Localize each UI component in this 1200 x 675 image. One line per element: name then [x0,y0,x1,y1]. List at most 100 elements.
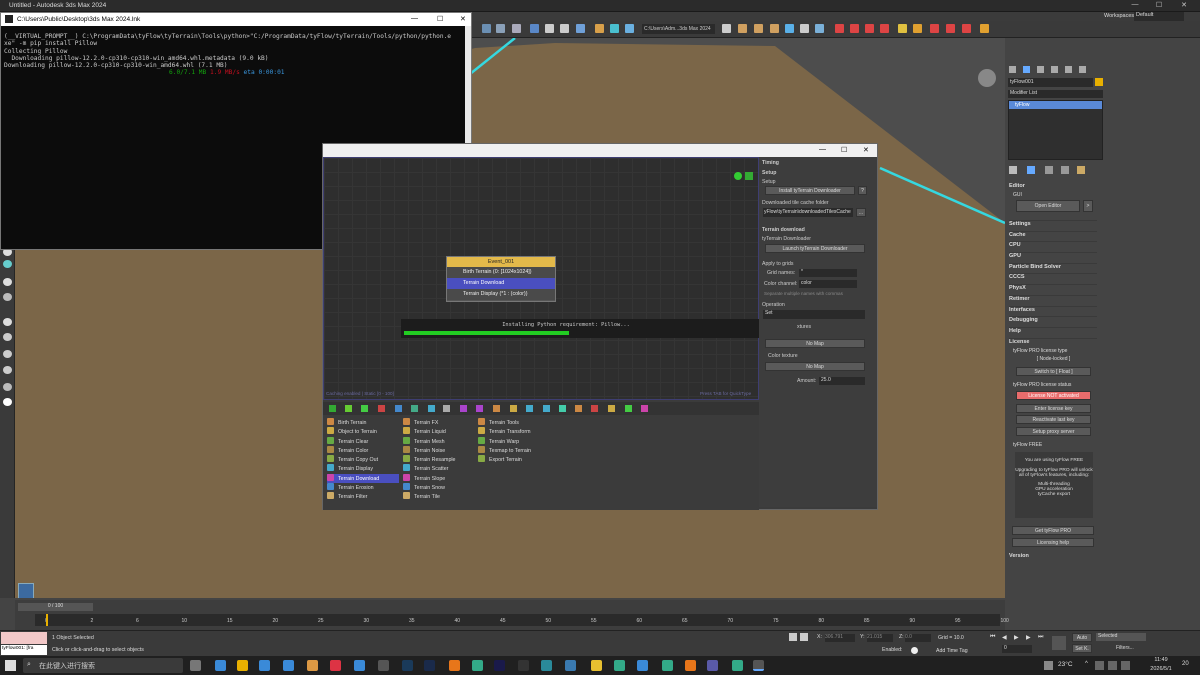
cache-folder-field[interactable]: yFlow\tyTerrain\downloadedTilesCache [763,208,853,217]
rollout-license[interactable]: License [1009,337,1097,349]
version-rollout[interactable]: Version [1009,553,1097,562]
figure-icon[interactable] [3,333,12,341]
operator-list-item[interactable]: Terrain Filter [327,492,399,501]
help-button[interactable]: ? [858,186,867,195]
modifier-stack-item[interactable]: tyFlow [1009,101,1102,109]
cat-icon-5[interactable] [395,405,402,412]
flow-graph[interactable]: Event_001 Birth Terrain (0: [1024x1024])… [323,157,801,400]
operator-list-item[interactable]: Terrain Display [327,464,399,473]
proxy-button[interactable]: Setup proxy server [1016,427,1091,436]
operator-list-item[interactable]: Terrain Clear [327,436,399,446]
editor-rollout[interactable]: Editor [1009,183,1097,192]
render-frame-icon[interactable] [898,24,907,33]
reference-coord-dropdown[interactable]: C:\Users\Adm...3ds Max 2024 [642,24,715,34]
tyflow-close-button[interactable]: ✕ [863,146,869,154]
cat-icon-1[interactable] [329,405,336,412]
next-frame-icon[interactable]: ▶ [1026,634,1031,641]
placement-icon[interactable] [625,24,634,33]
operator-birth-terrain[interactable]: Birth Terrain (0: [1024x1024]) [447,267,555,278]
cmd-title-bar[interactable]: C:\Users\Public\Desktop\3ds Max 2024.lnk… [1,13,471,26]
time-slider[interactable]: 0 / 100 [18,603,93,611]
cat-icon-4[interactable] [378,405,385,412]
cmd-task-icon[interactable] [753,660,764,671]
water-icon[interactable] [3,260,12,268]
rollout-cccs[interactable]: CCCS [1009,273,1097,284]
taskbar-search[interactable]: ⌕ 在此键入进行搜索 [23,658,183,673]
edge-icon[interactable] [215,660,226,671]
cat-icon-8[interactable] [443,405,450,412]
operator-list-item[interactable]: Terrain Slope [403,473,475,483]
blender-icon[interactable] [449,660,460,671]
key-filter-dropdown[interactable]: Selected [1096,633,1146,641]
person-icon[interactable] [3,293,12,301]
percent-snap-icon[interactable] [770,24,779,33]
operator-list-item[interactable]: Terrain Resample [403,455,475,464]
scale-icon[interactable] [610,24,619,33]
mirror-icon[interactable] [785,24,794,33]
key-icon[interactable] [1052,636,1066,650]
minimize-button[interactable]: — [1124,1,1146,11]
maximize-button[interactable]: ☐ [1148,1,1170,11]
rollout-settings[interactable]: Settings [1009,220,1097,231]
ball-icon[interactable] [3,350,12,358]
cat-icon-10[interactable] [476,405,483,412]
clock-date[interactable]: 2026/5/1 [1143,666,1179,672]
time-cursor[interactable] [46,614,48,626]
current-frame-field[interactable]: 0 [1002,645,1032,653]
operator-list-item[interactable]: Terrain Scatter [403,464,475,473]
utilities-tab-icon[interactable] [1079,66,1086,73]
move-icon[interactable] [576,24,585,33]
reactivate-button[interactable]: Reactivate last key [1016,415,1091,424]
timing-rollout[interactable]: Timing [762,160,872,166]
wechat-icon[interactable] [662,660,673,671]
app-red-icon[interactable] [330,660,341,671]
photoshop-icon[interactable] [424,660,435,671]
tyflow-minimize-button[interactable]: — [819,146,826,153]
cat-icon-6[interactable] [411,405,418,412]
operator-list-item[interactable]: Export Terrain [478,455,550,464]
event-title[interactable]: Event_001 [447,257,555,267]
cat-icon-3[interactable] [361,405,368,412]
maxscript-input[interactable]: tyFlow001: [fra [1,645,47,655]
app-dark-icon[interactable] [378,660,389,671]
angle-snap-icon[interactable] [754,24,763,33]
make-unique-icon[interactable] [1045,166,1053,174]
editor-arrow-button[interactable]: > [1083,200,1093,212]
operator-list-item[interactable]: Object to Terrain [327,427,399,436]
create-tab-icon[interactable] [1009,66,1016,73]
rollout-physx[interactable]: PhysX [1009,284,1097,295]
modifier-list-dropdown[interactable]: Modifier List [1008,90,1103,98]
volume-icon[interactable] [1108,661,1117,670]
after-effects-icon[interactable] [494,660,505,671]
remove-modifier-icon[interactable] [1061,166,1069,174]
windows-start-icon[interactable] [5,660,16,671]
cat-icon-13[interactable] [526,405,533,412]
render-setup-icon[interactable] [880,24,889,33]
object-color-swatch[interactable] [1095,78,1103,86]
amount-field[interactable]: 25.0 [819,377,865,385]
task-view-icon[interactable] [190,660,201,671]
rollout-cache[interactable]: Cache [1009,230,1097,242]
enabled-toggle[interactable] [911,647,918,654]
snap-icon[interactable] [738,24,747,33]
ty-extra-icon[interactable] [962,24,971,33]
app-icon[interactable] [402,660,413,671]
ty-tools-icon[interactable] [980,24,989,33]
operator-list-item[interactable]: Terrain Transform [478,427,550,436]
store-icon[interactable] [259,660,270,671]
operator-terrain-display[interactable]: Terrain Display (*1 : (color)) [447,289,555,300]
material-editor-icon[interactable] [865,24,874,33]
3dsmax-icon[interactable] [565,660,576,671]
curve-editor-icon[interactable] [835,24,844,33]
maxscript-listener[interactable] [1,632,47,644]
hierarchy-tab-icon[interactable] [1037,66,1044,73]
app-orange-icon[interactable] [685,660,696,671]
operator-terrain-download[interactable]: Terrain Download [447,278,555,289]
operator-list-item[interactable]: Terrain Erosion [327,483,399,492]
operator-list-item[interactable]: Birth Terrain [327,418,399,427]
render-active-icon[interactable] [930,24,939,33]
cat-icon-7[interactable] [428,405,435,412]
undo-icon[interactable] [482,24,491,33]
go-start-icon[interactable]: ⏮ [990,634,995,641]
app-blue-icon[interactable] [354,660,365,671]
